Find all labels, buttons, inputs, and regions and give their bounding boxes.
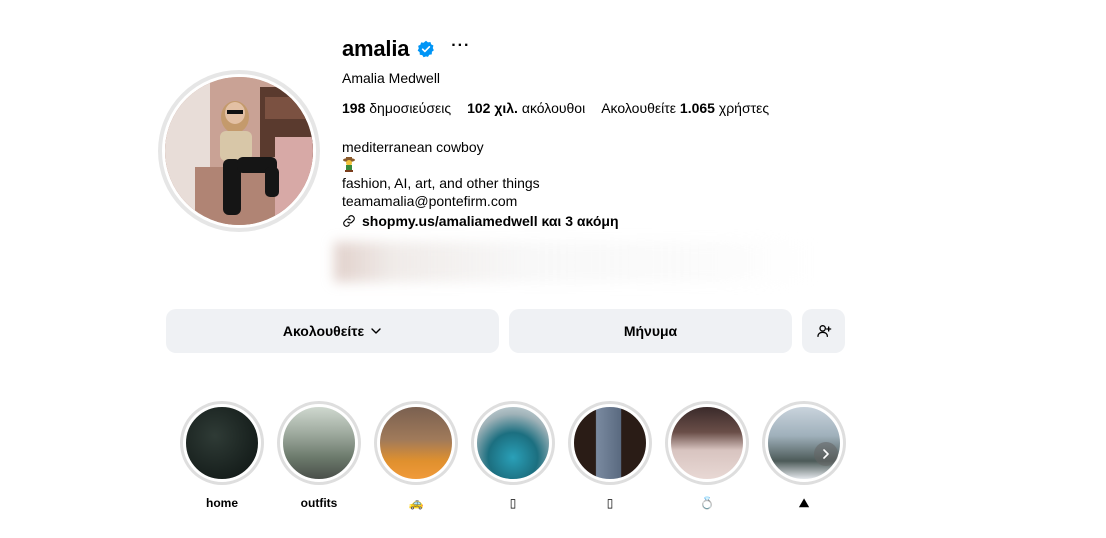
following-label: χρήστες [718,100,770,116]
highlight-ring [762,401,846,485]
cowboy-emoji-icon [343,157,355,172]
posts-label: δημοσιεύσεις [369,100,452,116]
profile-avatar[interactable] [158,70,320,232]
highlight-label: 💍 [699,496,715,510]
highlight-label: 🚕 [408,496,424,510]
highlight-cover [377,404,455,482]
chevron-right-icon [823,449,829,459]
highlight-cover [571,404,649,482]
following-prefix: Ακολουθείτε [601,100,677,116]
following-count: 1.065 [679,100,715,116]
highlight-item[interactable]: outfits [277,401,361,511]
following-stat[interactable]: Ακολουθείτε 1.065 χρήστες [601,100,769,116]
bio: mediterranean cowboy fashion, AI, art, a… [342,138,619,230]
bio-line-2 [342,156,619,174]
highlight-cover [474,404,552,482]
highlight-label: ▯ [606,496,614,510]
profile-stats: 198 δημοσιεύσεις 102 χιλ. ακόλουθοι Ακολ… [342,100,769,116]
highlight-item[interactable]: 🚕 [374,401,458,511]
bio-line-3: fashion, AI, art, and other things [342,175,540,191]
highlight-ring [471,401,555,485]
highlight-ring [180,401,264,485]
highlight-label: home [205,496,238,510]
highlight-item[interactable]: home [180,401,264,511]
message-button[interactable]: Μήνυμα [509,309,792,353]
highlight-ring [665,401,749,485]
suggest-users-button[interactable] [802,309,845,353]
link-icon [343,215,355,227]
posts-stat: 198 δημοσιεύσεις [342,100,451,116]
posts-count: 198 [342,100,366,116]
username: amalia [342,36,410,61]
highlight-cover [668,404,746,482]
bio-link-text: shopmy.us/amaliamedwell και 3 ακόμη [362,213,619,229]
highlight-item[interactable]: ▯ [471,401,555,511]
highlight-cover [183,404,261,482]
followers-count: 102 χιλ. [467,100,518,116]
followers-stat[interactable]: 102 χιλ. ακόλουθοι [467,100,585,116]
highlight-item[interactable]: 💍 [665,401,749,511]
highlight-label: ▯ [509,496,517,510]
bio-line-1: mediterranean cowboy [342,139,484,155]
highlight-item[interactable]: ▯ [568,401,652,511]
highlight-ring [277,401,361,485]
highlight-ring [374,401,458,485]
avatar-photo [162,74,316,228]
chevron-down-icon [371,328,381,334]
more-options-icon[interactable]: ··· [451,38,470,54]
highlight-ring [568,401,652,485]
bio-line-4: teamamalia@pontefirm.com [342,193,518,209]
username-row: amalia ··· [342,36,470,62]
bio-link[interactable]: shopmy.us/amaliamedwell και 3 ακόμη [342,212,619,230]
message-button-label: Μήνυμα [623,323,678,339]
highlight-label: outfits [300,496,338,510]
following-button[interactable]: Ακολουθείτε [166,309,499,353]
highlight-cover [280,404,358,482]
following-button-label: Ακολουθείτε [282,323,365,339]
blurred-region [334,242,814,282]
highlight-label: ⛰ [798,496,810,510]
verified-badge-icon [417,40,435,58]
followers-label: ακόλουθοι [521,100,586,116]
add-user-icon [816,325,831,337]
highlights-next-button[interactable] [814,442,838,466]
full-name: Amalia Medwell [342,70,441,86]
